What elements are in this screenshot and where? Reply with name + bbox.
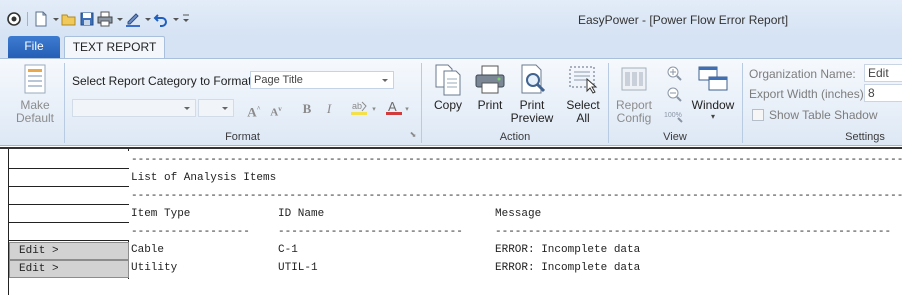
settings-group-label: Settings	[845, 131, 885, 143]
title-bar: EasyPower - [Power Flow Error Report]	[0, 0, 902, 36]
print-preview-icon	[516, 63, 548, 95]
row-header	[9, 151, 129, 169]
print-preview-label-2: Preview	[510, 111, 554, 125]
window-icon	[697, 63, 729, 95]
select-all-icon	[567, 63, 599, 95]
ribbon-tabs: File TEXT REPORT	[0, 36, 902, 59]
open-icon[interactable]	[61, 11, 77, 27]
header-rule: ----------------------------	[278, 226, 463, 238]
undo-dropdown[interactable]	[171, 11, 179, 27]
export-width-input[interactable]: 8	[864, 84, 902, 102]
edit-row-button[interactable]: Edit >	[9, 260, 129, 278]
window-title: EasyPower - [Power Flow Error Report]	[578, 13, 789, 27]
zoom-100-icon[interactable]: 100%	[664, 107, 684, 123]
new-icon[interactable]	[33, 11, 49, 27]
organization-name-input[interactable]: Edit	[864, 64, 902, 82]
row-header	[9, 169, 129, 187]
report-rule: ----------------------------------------…	[131, 190, 902, 202]
table-shadow-checkbox[interactable]	[752, 109, 764, 121]
format-group-label: Format	[225, 131, 260, 143]
grow-font-icon[interactable]: A^	[246, 101, 262, 119]
report-category-select[interactable]: Page Title	[250, 71, 394, 89]
highlight-dropdown[interactable]: ▾	[371, 101, 377, 117]
font-name-select[interactable]	[72, 99, 196, 117]
report-config-label-2: Config	[616, 111, 652, 125]
cell-message: ERROR: Incomplete data	[495, 244, 641, 256]
shrink-font-icon[interactable]: Av	[268, 101, 284, 119]
bold-icon[interactable]: B	[299, 101, 315, 117]
cell-id-name: UTIL-1	[278, 262, 318, 274]
header-rule: ------------------	[131, 226, 250, 238]
svg-text:ab: ab	[352, 101, 362, 111]
window-button[interactable]: Window ▾	[690, 63, 736, 122]
view-group-label: View	[663, 131, 687, 143]
window-label: Window	[691, 98, 735, 112]
zoom-out-icon[interactable]	[666, 86, 682, 102]
print-button[interactable]: Print	[472, 63, 508, 112]
row-header	[9, 223, 129, 241]
highlight-icon[interactable]: ab	[350, 99, 370, 115]
table-shadow-label: Show Table Shadow	[769, 108, 878, 122]
edit-row-button[interactable]: Edit >	[9, 242, 129, 260]
font-color-icon[interactable]: A	[385, 99, 403, 115]
copy-label: Copy	[433, 98, 462, 112]
report-config-button[interactable]: Report Config	[612, 63, 656, 125]
italic-icon[interactable]: I	[321, 101, 337, 117]
report-view[interactable]: Edit > Edit > --------------------------…	[0, 147, 902, 295]
font-size-select[interactable]	[198, 99, 234, 117]
make-default-button[interactable]: Make Default	[12, 63, 58, 125]
print-label: Print	[477, 98, 503, 112]
pen-dropdown[interactable]	[143, 11, 151, 27]
select-all-label-2: All	[576, 111, 590, 125]
app-icon[interactable]	[6, 11, 22, 27]
select-all-button[interactable]: Select All	[562, 63, 604, 125]
font-color-dropdown[interactable]: ▾	[404, 101, 410, 117]
tab-text-report[interactable]: TEXT REPORT	[64, 36, 165, 59]
ribbon: Make Default Select Report Category to F…	[0, 58, 902, 146]
tab-file[interactable]: File	[8, 36, 60, 58]
window-dropdown-arrow: ▾	[710, 112, 715, 121]
report-title: List of Analysis Items	[131, 172, 277, 184]
row-header	[9, 279, 129, 295]
organization-name-label: Organization Name:	[749, 67, 856, 81]
cell-item-type: Cable	[131, 244, 165, 256]
print-icon[interactable]	[97, 11, 113, 27]
cell-id-name: C-1	[278, 244, 298, 256]
report-category-label: Select Report Category to Format:	[72, 74, 255, 88]
make-default-label-2: Default	[15, 111, 55, 125]
print-preview-button[interactable]: Print Preview	[510, 63, 554, 125]
save-icon[interactable]	[79, 11, 95, 27]
make-default-icon	[19, 63, 51, 95]
pen-icon[interactable]	[125, 11, 141, 27]
copy-icon	[432, 63, 464, 96]
header-rule: ----------------------------------------…	[495, 226, 892, 238]
quick-access-toolbar	[6, 10, 191, 28]
export-width-label: Export Width (inches):	[749, 87, 868, 101]
column-header-message: Message	[495, 208, 542, 220]
group-separator	[742, 63, 743, 143]
column-header-item-type: Item Type	[131, 208, 191, 220]
format-dialog-launcher-icon[interactable]: ⬊	[408, 130, 418, 140]
column-header-id-name: ID Name	[278, 208, 325, 220]
undo-icon[interactable]	[153, 11, 169, 27]
row-header-column: Edit > Edit >	[8, 149, 129, 295]
action-group-label: Action	[499, 131, 531, 143]
copy-button[interactable]: Copy	[428, 63, 468, 112]
zoom-in-icon[interactable]	[666, 65, 682, 81]
svg-text:A: A	[388, 99, 397, 114]
cell-item-type: Utility	[131, 262, 178, 274]
print-dropdown[interactable]	[115, 11, 123, 27]
customize-icon[interactable]	[181, 11, 191, 27]
report-config-icon	[618, 63, 650, 95]
cell-message: ERROR: Incomplete data	[495, 262, 641, 274]
report-rule: ----------------------------------------…	[131, 154, 902, 166]
printer-icon	[474, 63, 506, 95]
row-header	[9, 187, 129, 205]
qat-separator	[27, 12, 28, 26]
row-header	[9, 205, 129, 223]
new-dropdown[interactable]	[51, 11, 59, 27]
